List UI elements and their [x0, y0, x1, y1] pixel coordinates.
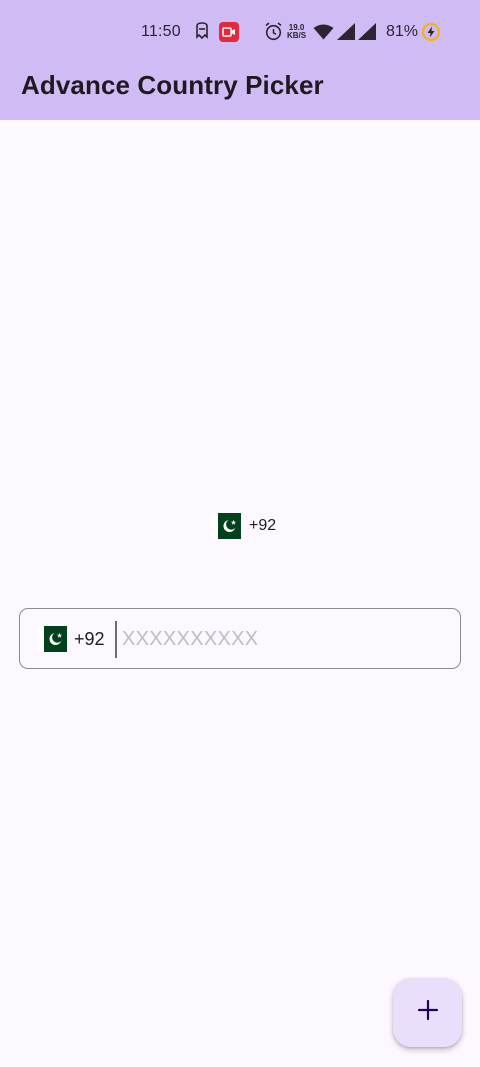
add-button[interactable] — [393, 978, 462, 1047]
screen: 11:50 19.0 KB/S 81% Advance Country Pick… — [0, 0, 480, 1067]
field-dial-code: +92 — [74, 628, 105, 649]
pakistan-flag-icon — [37, 626, 67, 652]
network-speed: 19.0 KB/S — [287, 24, 306, 40]
status-time: 11:50 — [141, 23, 181, 40]
plus-icon — [417, 999, 439, 1026]
phone-number-field: +92 — [19, 608, 461, 669]
country-picker-display[interactable]: +92 — [211, 512, 276, 540]
dial-code: +92 — [249, 517, 277, 534]
pakistan-flag-icon — [211, 513, 241, 539]
battery-charging-icon — [421, 22, 441, 47]
header: 11:50 19.0 KB/S 81% Advance Country Pick… — [0, 0, 480, 120]
signal-icon — [337, 23, 355, 45]
screen-record-icon — [219, 22, 239, 47]
field-divider — [115, 621, 117, 658]
signal-icon-2 — [358, 23, 376, 45]
network-speed-unit: KB/S — [287, 31, 307, 40]
app-title: Advance Country Picker — [21, 70, 324, 100]
phone-number-input[interactable] — [122, 621, 442, 658]
country-code-selector[interactable]: +92 — [37, 626, 105, 652]
status-bar: 11:50 19.0 KB/S 81% — [0, 0, 480, 64]
alarm-icon — [264, 22, 283, 46]
wifi-icon — [313, 24, 334, 45]
battery-percent: 81% — [386, 23, 419, 40]
ghost-icon — [195, 22, 209, 45]
